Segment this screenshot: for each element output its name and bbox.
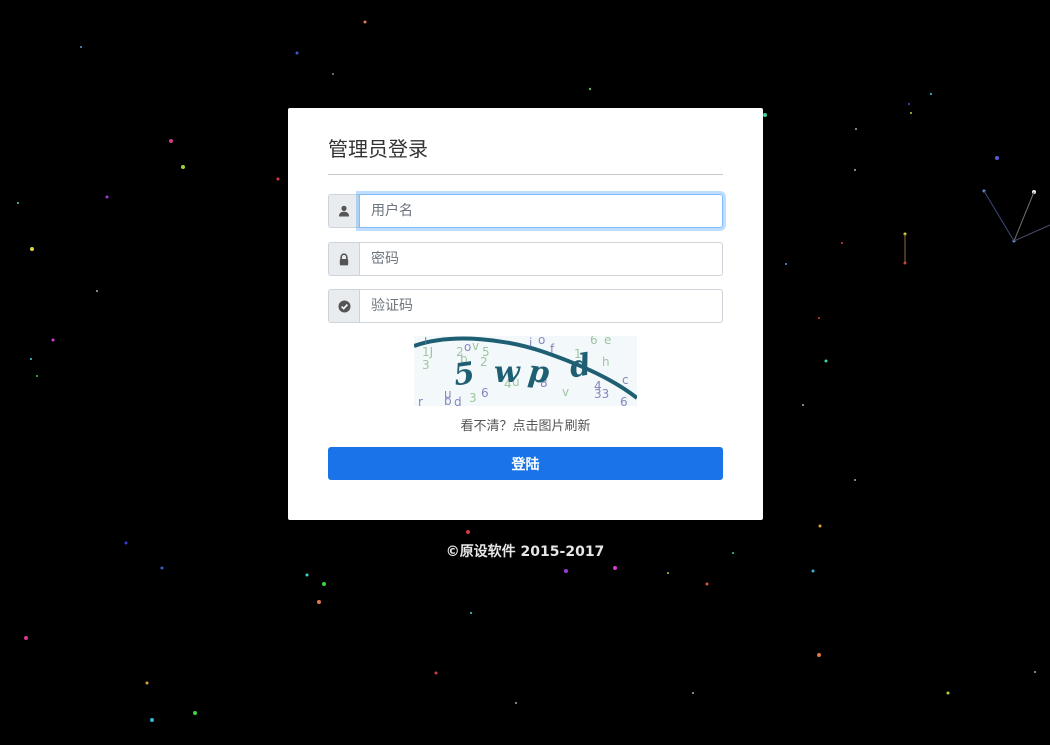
svg-text:33: 33 bbox=[594, 387, 609, 401]
svg-text:6: 6 bbox=[590, 336, 598, 347]
svg-text:r: r bbox=[418, 395, 423, 406]
svg-text:h: h bbox=[602, 355, 610, 369]
captcha-image[interactable]: i 1J 3 2 o v 5 b 2 i o f 1 6 e h r u b d… bbox=[413, 333, 639, 409]
svg-text:6: 6 bbox=[620, 395, 628, 406]
svg-text:c: c bbox=[622, 373, 629, 387]
captcha-input[interactable] bbox=[359, 289, 723, 323]
username-group bbox=[328, 194, 723, 228]
title-divider bbox=[328, 174, 723, 175]
login-button[interactable]: 登陆 bbox=[328, 447, 723, 480]
svg-text:d: d bbox=[454, 395, 462, 406]
login-title: 管理员登录 bbox=[328, 137, 428, 161]
svg-text:b: b bbox=[444, 394, 452, 406]
svg-text:o: o bbox=[538, 336, 545, 347]
captcha-refresh-hint[interactable]: 看不清？点击图片刷新 bbox=[328, 415, 723, 434]
svg-text:e: e bbox=[604, 336, 611, 347]
login-card: 管理员登录 用户名 验证码 i 1J 3 2 o v 5 b 2 i o f 1… bbox=[288, 108, 763, 520]
svg-text:p: p bbox=[526, 354, 551, 391]
svg-text:i: i bbox=[529, 336, 532, 350]
captcha-group bbox=[328, 289, 723, 323]
lock-icon bbox=[328, 242, 359, 276]
svg-text:3: 3 bbox=[422, 358, 430, 372]
password-input[interactable] bbox=[359, 242, 723, 276]
login-page: 管理员登录 用户名 验证码 i 1J 3 2 o v 5 b 2 i o f 1… bbox=[0, 0, 1050, 745]
svg-text:1J: 1J bbox=[422, 345, 433, 359]
password-group bbox=[328, 242, 723, 276]
svg-text:6: 6 bbox=[481, 386, 489, 400]
svg-text:3: 3 bbox=[469, 391, 477, 405]
particle-links bbox=[904, 190, 1050, 263]
svg-text:2: 2 bbox=[480, 355, 488, 369]
user-icon bbox=[328, 194, 359, 228]
svg-text:w: w bbox=[494, 355, 521, 390]
username-input[interactable] bbox=[359, 194, 723, 228]
check-circle-icon bbox=[328, 289, 359, 323]
footer-copyright: ©原设软件 2015-2017 bbox=[445, 544, 605, 560]
svg-text:v: v bbox=[472, 339, 479, 353]
svg-text:v: v bbox=[562, 385, 569, 399]
